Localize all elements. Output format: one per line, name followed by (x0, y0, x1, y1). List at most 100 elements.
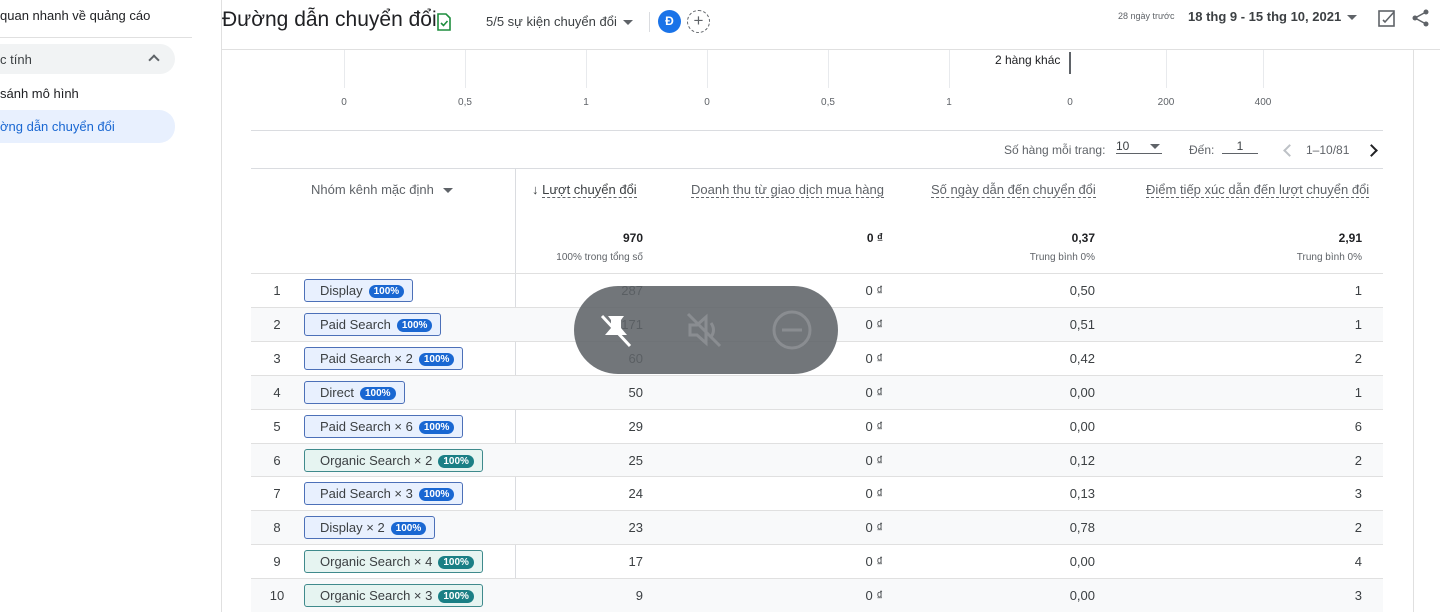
percent-badge: 100% (418, 352, 455, 366)
channel-label: Display (320, 283, 363, 298)
mute-icon[interactable] (682, 308, 726, 352)
days-cell: 0,13 (1069, 486, 1095, 502)
page-title: Đường dẫn chuyển đổi (222, 8, 437, 31)
conversions-cell: 17 (628, 554, 643, 570)
conversions-cell: 23 (628, 520, 643, 536)
sidebar-group-label: c tính (0, 52, 32, 67)
row-number: 8 (273, 520, 281, 536)
total-touchpoints: 2,91 (1338, 231, 1362, 245)
date-range-label: 18 thg 9 - 15 thg 10, 2021 (1188, 9, 1342, 24)
share-icon[interactable] (1411, 8, 1431, 28)
add-comparison-button[interactable]: + (687, 10, 710, 33)
axis-gridline (1263, 50, 1264, 88)
channel-chip[interactable]: Organic Search × 2 100% (304, 448, 483, 472)
revenue-header[interactable]: Doanh thu từ giao dịch mua hàng (691, 182, 885, 198)
revenue-cell: 0 ₫ (865, 350, 883, 366)
channel-chip[interactable]: Paid Search × 6 100% (304, 414, 464, 438)
channel-chip[interactable]: Paid Search × 2 100% (304, 346, 464, 370)
days-header-label: Số ngày dẫn đến chuyển đổi (931, 182, 1096, 198)
table-top-border (251, 168, 1383, 169)
table-row[interactable]: 7 Paid Search × 3 100% 24 0 ₫ 0,13 3 (251, 476, 1383, 510)
sidebar-item-conversion-paths[interactable]: ờng dẫn chuyển đổi (0, 119, 115, 134)
channel-chip[interactable]: Direct 100% (304, 380, 405, 404)
page-range-label: 1–10/81 (1306, 143, 1350, 157)
sidebar-item-model-comparison[interactable]: sánh mô hình (0, 86, 79, 101)
days-cell: 0,50 (1069, 283, 1095, 298)
axis-tick-label: 200 (1157, 97, 1175, 108)
table-row[interactable]: 4 Direct 100% 50 0 ₫ 0,00 1 (251, 374, 1383, 409)
axis-tick-label: 0 (341, 97, 347, 108)
next-page-icon[interactable] (1365, 144, 1378, 157)
rows-per-page-value: 10 (1116, 139, 1130, 153)
days-header[interactable]: Số ngày dẫn đến chuyển đổi (931, 182, 1096, 198)
date-range-picker[interactable]: 18 thg 9 - 15 thg 10, 2021 (1188, 9, 1358, 24)
sidebar-item-ads-overview[interactable]: quan nhanh về quảng cáo (0, 8, 150, 23)
revenue-cell: 0 ₫ (865, 316, 883, 332)
revenue-cell: 0 ₫ (865, 588, 883, 604)
touchpoints-cell: 1 (1354, 283, 1362, 298)
conversions-cell: 24 (628, 486, 643, 502)
channel-label: Direct (320, 384, 354, 400)
channel-label: Display × 2 (320, 520, 385, 536)
goto-label: Đến: (1189, 143, 1215, 157)
revenue-cell: 0 ₫ (865, 554, 883, 570)
percent-badge: 100% (390, 522, 427, 536)
revenue-cell: 0 ₫ (865, 384, 883, 400)
unpin-icon[interactable] (594, 308, 638, 352)
report-header: Đường dẫn chuyển đổi 5/5 sự kiện chuyển … (222, 0, 1440, 50)
channel-chip[interactable]: Paid Search 100% (304, 312, 442, 336)
row-number: 1 (273, 283, 281, 298)
conversions-header[interactable]: ↓ Lượt chuyển đổi (532, 182, 637, 198)
table-row[interactable]: 8 Display × 2 100% 23 0 ₫ 0,78 2 (251, 510, 1383, 545)
rows-per-page-select[interactable]: 10 (1116, 139, 1162, 154)
verified-file-icon (437, 13, 451, 31)
total-touchpoints-sub: Trung bình 0% (1296, 252, 1362, 263)
table-row[interactable]: 10 Organic Search × 3 100% 9 0 ₫ 0,00 3 (251, 578, 1383, 612)
rows-per-page-label: Số hàng mỗi trang: (1004, 143, 1106, 157)
table-row[interactable]: 6 Organic Search × 2 100% 25 0 ₫ 0,12 2 (251, 442, 1383, 477)
comparison-avatar[interactable]: Đ (658, 10, 681, 33)
other-rows-label: 2 hàng khác (995, 53, 1061, 67)
percent-badge: 100% (438, 590, 474, 604)
events-label: 5/5 sự kiện chuyển đổi (486, 14, 617, 29)
left-sidebar: quan nhanh về quảng cáo c tính sánh mô h… (0, 0, 205, 612)
channel-chip[interactable]: Display 100% (304, 279, 414, 302)
sort-down-arrow-icon: ↓ (532, 182, 543, 197)
conversions-cell: 9 (635, 588, 643, 604)
axis-gridline (465, 50, 466, 88)
percent-badge: 100% (368, 285, 405, 298)
touchpoints-cell: 2 (1354, 452, 1362, 468)
touchpoints-header[interactable]: Điểm tiếp xúc dẫn đến lượt chuyển đổi (1146, 182, 1370, 198)
table-row[interactable]: 5 Paid Search × 6 100% 29 0 ₫ 0,00 6 (251, 408, 1383, 443)
goto-page-input[interactable]: 1 (1222, 139, 1258, 154)
dropdown-caret-icon (622, 20, 633, 26)
conversions-cell: 50 (628, 384, 643, 400)
axis-tick-label: 0,5 (821, 97, 835, 108)
channel-label: Paid Search (320, 316, 391, 332)
total-days: 0,37 (1071, 231, 1095, 245)
revenue-cell: 0 ₫ (865, 486, 883, 502)
axis-gridline (707, 50, 708, 88)
axis-gridline (1166, 50, 1167, 88)
percent-badge: 100% (418, 420, 455, 434)
media-overlay (574, 286, 838, 374)
touchpoints-cell: 3 (1354, 486, 1362, 502)
minus-circle-icon[interactable] (770, 308, 814, 352)
days-cell: 0,78 (1069, 520, 1095, 536)
events-dropdown[interactable]: 5/5 sự kiện chuyển đổi (486, 14, 633, 29)
prev-page-icon[interactable] (1283, 144, 1296, 157)
revenue-cell: 0 ₫ (865, 418, 883, 434)
days-cell: 0,12 (1069, 452, 1095, 468)
table-row[interactable]: 9 Organic Search × 4 100% 17 0 ₫ 0,00 4 (251, 544, 1383, 578)
axis-gridline (586, 50, 587, 88)
channel-label: Paid Search × 3 (320, 486, 413, 502)
channel-chip[interactable]: Organic Search × 4 100% (304, 550, 483, 574)
channel-chip[interactable]: Display × 2 100% (304, 516, 436, 540)
total-revenue: 0 ₫ (866, 231, 883, 245)
channel-chip[interactable]: Organic Search × 3 100% (304, 584, 483, 608)
axis-tick-label: 0,5 (458, 97, 472, 108)
edit-report-icon[interactable] (1377, 8, 1397, 28)
total-conversions-sub: 100% trong tổng số (556, 252, 643, 263)
dimension-header[interactable]: Nhóm kênh mặc định (311, 182, 453, 197)
channel-chip[interactable]: Paid Search × 3 100% (304, 482, 464, 506)
